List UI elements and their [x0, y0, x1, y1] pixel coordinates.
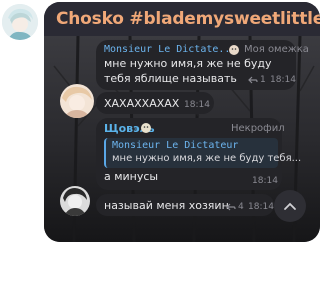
quote-text: мне нужно имя,я же не буду тебя...	[112, 153, 302, 164]
message-text: а минусы	[104, 170, 159, 183]
avatar-image	[60, 186, 90, 216]
message-bubble[interactable]: Monsieur Le Dictate... Моя омежка мне ну…	[96, 40, 309, 90]
avatar-image	[2, 4, 38, 40]
quoted-message[interactable]: Monsieur Le Dictateur мне нужно имя,я же…	[104, 138, 302, 168]
chat-window: Chosko #blademysweetlittleboy Monsieur L…	[44, 2, 320, 242]
message-time: 18:14	[248, 202, 274, 212]
message-time: 18:14	[270, 75, 296, 85]
message-bubble[interactable]: Щовэль Некрофил Monsieur Le Dictateur мн…	[96, 118, 302, 190]
message-bubble[interactable]: ХАХАХХАХАХ 18:14	[96, 92, 214, 114]
message-text: ХАХАХХАХАХ	[104, 97, 180, 110]
chat-title: Chosko #blademysweetlittleboy	[56, 9, 320, 29]
sticker-icon	[229, 45, 239, 55]
avatar-image	[60, 84, 94, 118]
reply-count: 4	[238, 202, 244, 212]
chat-header[interactable]: Chosko #blademysweetlittleboy	[44, 2, 320, 36]
message-text-line1: мне нужно имя,я же не буду	[104, 57, 272, 70]
message-bubble[interactable]: называй меня хозяин 4 18:14	[96, 194, 274, 216]
chat-avatar[interactable]	[2, 4, 38, 40]
scroll-button[interactable]	[274, 190, 306, 222]
reply-sender[interactable]: Monsieur Le Dictate...	[104, 44, 236, 55]
reply-icon	[226, 203, 236, 211]
message-time: 18:14	[252, 176, 278, 186]
sender-label: Некрофил	[231, 123, 285, 134]
reply-count: 1	[260, 75, 266, 85]
sender-avatar[interactable]	[60, 84, 94, 118]
message-time: 18:14	[184, 100, 210, 110]
sticker-icon	[141, 123, 151, 133]
sender-avatar[interactable]	[60, 186, 90, 216]
reply-label: Моя омежка	[244, 44, 309, 55]
message-text: называй меня хозяин	[104, 199, 229, 212]
reply-icon	[248, 76, 258, 84]
chevron-up-icon	[284, 202, 296, 210]
message-text-line2: тебя яблище называть	[104, 72, 237, 85]
quote-sender: Monsieur Le Dictateur	[112, 140, 239, 151]
